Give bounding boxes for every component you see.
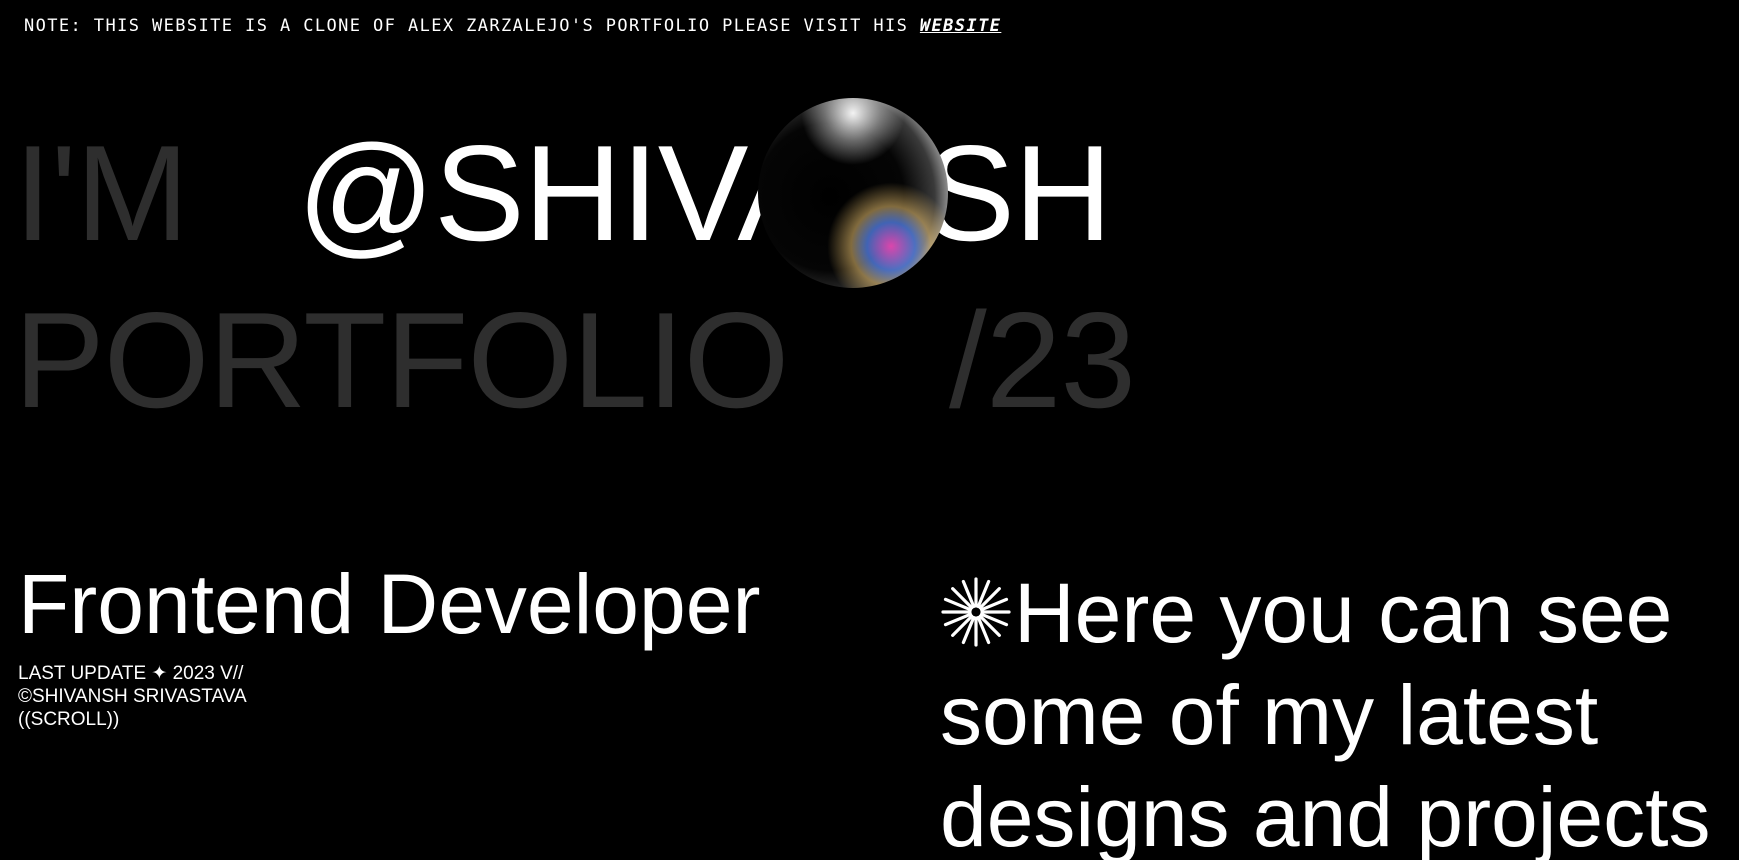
intro-line-3: designs and projects bbox=[940, 770, 1711, 860]
hero-intro-line: I'M @SHIVANSH bbox=[14, 117, 1112, 269]
hero-portfolio-label: PORTFOLIO bbox=[14, 284, 789, 436]
meta-info: LAST UPDATE ✦ 2023 V// ©SHIVANSH SRIVAST… bbox=[18, 662, 247, 731]
intro-line-2: some of my latest bbox=[940, 668, 1599, 762]
original-website-link[interactable]: WEBSITE bbox=[920, 16, 1001, 36]
clone-notice: NOTE: THIS WEBSITE IS A CLONE OF ALEX ZA… bbox=[24, 16, 1001, 36]
clone-notice-text: NOTE: THIS WEBSITE IS A CLONE OF ALEX ZA… bbox=[24, 16, 920, 36]
hero-portfolio-line: PORTFOLIO/23 bbox=[14, 284, 1136, 436]
scroll-hint[interactable]: ((SCROLL)) bbox=[18, 708, 247, 731]
hero-handle: @SHIVANSH bbox=[297, 117, 1112, 269]
role-title: Frontend Developer bbox=[18, 557, 761, 651]
hero-year: /23 bbox=[949, 284, 1136, 436]
intro-line-1: Here you can see bbox=[940, 562, 1739, 664]
hero-greeting: I'M bbox=[14, 117, 189, 269]
intro-statement: Here you can see some of my latest desig… bbox=[940, 562, 1739, 860]
asterisk-burst-icon bbox=[941, 577, 1011, 647]
intro-line-1-text: Here you can see bbox=[1014, 566, 1673, 660]
last-update-text: LAST UPDATE ✦ 2023 V// bbox=[18, 663, 244, 684]
copyright-text: ©SHIVANSH SRIVASTAVA bbox=[18, 686, 247, 707]
